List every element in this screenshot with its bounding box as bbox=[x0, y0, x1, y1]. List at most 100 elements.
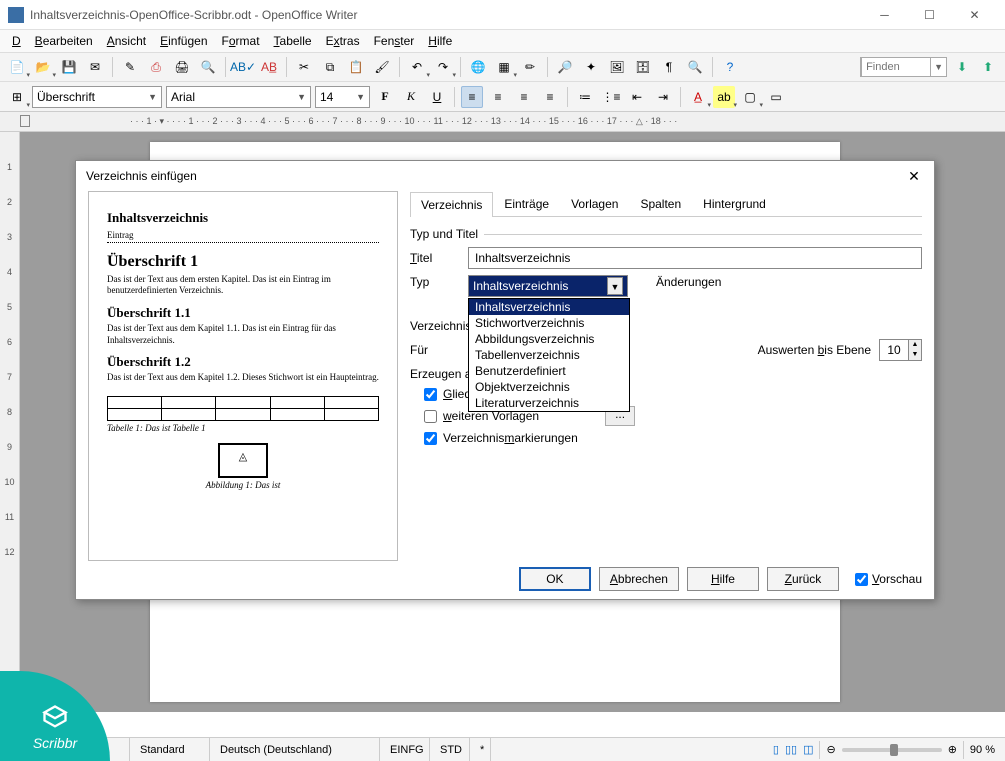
edit-icon[interactable]: ✎ bbox=[119, 56, 141, 78]
find-icon[interactable]: 🔎 bbox=[554, 56, 576, 78]
menu-fenster[interactable]: Fenster bbox=[368, 32, 421, 50]
format-paintbrush-icon[interactable]: 🖌 bbox=[371, 56, 393, 78]
preview-checkbox-wrap[interactable]: Vorschau bbox=[855, 572, 922, 586]
ok-button[interactable]: OK bbox=[519, 567, 591, 591]
font-name-combo[interactable]: Arial▼ bbox=[166, 86, 311, 108]
paste-icon[interactable]: 📋 bbox=[345, 56, 367, 78]
view-book-icon[interactable]: ◫ bbox=[803, 743, 813, 756]
spellcheck-icon[interactable]: AB✓ bbox=[232, 56, 254, 78]
spin-eval-level[interactable]: ▲▼ bbox=[879, 339, 922, 361]
find-dropdown-icon[interactable]: ▼ bbox=[931, 62, 946, 72]
navigator-icon[interactable]: ✦ bbox=[580, 56, 602, 78]
typ-option-2[interactable]: Abbildungsverzeichnis bbox=[469, 331, 629, 347]
typ-option-5[interactable]: Objektverzeichnis bbox=[469, 379, 629, 395]
styles-icon[interactable]: ⊞▾ bbox=[6, 86, 28, 108]
tab-eintraege[interactable]: Einträge bbox=[493, 191, 560, 216]
zoom-icon[interactable]: 🔍 bbox=[684, 56, 706, 78]
print-icon[interactable]: 🖨 bbox=[171, 56, 193, 78]
typ-combo[interactable]: Inhaltsverzeichnis ▼ Inhaltsverzeichnis … bbox=[468, 275, 628, 297]
nonprint-icon[interactable]: ¶ bbox=[658, 56, 680, 78]
align-right-icon[interactable]: ≡ bbox=[513, 86, 535, 108]
new-icon[interactable]: 📄▾ bbox=[6, 56, 28, 78]
zoom-in-icon[interactable]: ⊕ bbox=[948, 743, 957, 756]
tab-vorlagen[interactable]: Vorlagen bbox=[560, 191, 629, 216]
help-button[interactable]: Hilfe bbox=[687, 567, 759, 591]
indent-decrease-icon[interactable]: ⇤ bbox=[626, 86, 648, 108]
font-size-combo[interactable]: 14▼ bbox=[315, 86, 370, 108]
input-titel[interactable] bbox=[468, 247, 922, 269]
pdf-icon[interactable]: ⎙ bbox=[145, 56, 167, 78]
tab-spalten[interactable]: Spalten bbox=[629, 191, 692, 216]
typ-option-0[interactable]: Inhaltsverzeichnis bbox=[469, 299, 629, 315]
status-language[interactable]: Deutsch (Deutschland) bbox=[210, 738, 380, 761]
typ-option-4[interactable]: Benutzerdefiniert bbox=[469, 363, 629, 379]
typ-dropdown-icon[interactable]: ▼ bbox=[607, 277, 623, 295]
bullets-icon[interactable]: ⋮≡ bbox=[600, 86, 622, 108]
zoom-slider[interactable] bbox=[842, 748, 942, 752]
align-justify-icon[interactable]: ≡ bbox=[539, 86, 561, 108]
bold-icon[interactable]: F bbox=[374, 86, 396, 108]
cut-icon[interactable]: ✂ bbox=[293, 56, 315, 78]
minimize-button[interactable]: ─ bbox=[862, 0, 907, 30]
autospell-icon[interactable]: AB̲ bbox=[258, 56, 280, 78]
save-icon[interactable]: 💾 bbox=[58, 56, 80, 78]
menu-format[interactable]: Format bbox=[216, 32, 266, 50]
menu-bearbeiten[interactable]: Bearbeiten bbox=[29, 32, 99, 50]
dialog-close-icon[interactable]: ✕ bbox=[904, 166, 924, 186]
mail-icon[interactable]: ✉ bbox=[84, 56, 106, 78]
font-color-icon[interactable]: A̲▾ bbox=[687, 86, 709, 108]
zoom-out-icon[interactable]: ⊖ bbox=[826, 743, 835, 756]
paragraph-style-combo[interactable]: Überschrift▼ bbox=[32, 86, 162, 108]
menu-datei[interactable]: D bbox=[6, 32, 27, 50]
menu-einfuegen[interactable]: Einfügen bbox=[154, 32, 213, 50]
cb-templates[interactable] bbox=[424, 410, 437, 423]
numbering-icon[interactable]: ≔ bbox=[574, 86, 596, 108]
maximize-button[interactable]: ☐ bbox=[907, 0, 952, 30]
find-next-icon[interactable]: ⬇ bbox=[951, 56, 973, 78]
spin-down-icon[interactable]: ▼ bbox=[909, 350, 921, 360]
view-single-icon[interactable]: ▯ bbox=[773, 743, 779, 756]
cancel-button[interactable]: Abbrechen bbox=[599, 567, 679, 591]
bgcolor-icon[interactable]: ▢▾ bbox=[739, 86, 761, 108]
zoom-value[interactable]: 90 % bbox=[970, 744, 995, 756]
typ-option-6[interactable]: Literaturverzeichnis bbox=[469, 395, 629, 411]
gallery-icon[interactable]: 🖼 bbox=[606, 56, 628, 78]
datasource-icon[interactable]: 🗄 bbox=[632, 56, 654, 78]
find-prev-icon[interactable]: ⬆ bbox=[977, 56, 999, 78]
back-button[interactable]: Zurück bbox=[767, 567, 839, 591]
highlight-icon[interactable]: ab▾ bbox=[713, 86, 735, 108]
italic-icon[interactable]: K bbox=[400, 86, 422, 108]
typ-option-3[interactable]: Tabellenverzeichnis bbox=[469, 347, 629, 363]
tab-hintergrund[interactable]: Hintergrund bbox=[692, 191, 777, 216]
cb-outline[interactable] bbox=[424, 388, 437, 401]
typ-option-1[interactable]: Stichwortverzeichnis bbox=[469, 315, 629, 331]
help-icon[interactable]: ? bbox=[719, 56, 741, 78]
view-multi-icon[interactable]: ▯▯ bbox=[785, 743, 797, 756]
undo-icon[interactable]: ↶▾ bbox=[406, 56, 428, 78]
cb-marks[interactable] bbox=[424, 432, 437, 445]
menu-ansicht[interactable]: Ansicht bbox=[101, 32, 152, 50]
hyperlink-icon[interactable]: 🌐 bbox=[467, 56, 489, 78]
menu-hilfe[interactable]: Hilfe bbox=[422, 32, 458, 50]
close-button[interactable]: ✕ bbox=[952, 0, 997, 30]
redo-icon[interactable]: ↷▾ bbox=[432, 56, 454, 78]
menu-tabelle[interactable]: Tabelle bbox=[268, 32, 318, 50]
eval-level-value[interactable] bbox=[880, 343, 908, 357]
underline-icon[interactable]: U bbox=[426, 86, 448, 108]
drawing-icon[interactable]: ✏ bbox=[519, 56, 541, 78]
status-selection[interactable]: STD bbox=[430, 738, 470, 761]
status-insert[interactable]: EINFG bbox=[380, 738, 430, 761]
tab-marker-icon[interactable] bbox=[20, 115, 30, 127]
menu-extras[interactable]: Extras bbox=[320, 32, 366, 50]
extra-icon[interactable]: ▭ bbox=[765, 86, 787, 108]
copy-icon[interactable]: ⧉ bbox=[319, 56, 341, 78]
open-icon[interactable]: 📂▾ bbox=[32, 56, 54, 78]
align-left-icon[interactable]: ≡ bbox=[461, 86, 483, 108]
align-center-icon[interactable]: ≡ bbox=[487, 86, 509, 108]
preview-icon[interactable]: 🔍 bbox=[197, 56, 219, 78]
find-input[interactable] bbox=[861, 57, 931, 77]
tab-verzeichnis[interactable]: Verzeichnis bbox=[410, 192, 493, 217]
preview-checkbox[interactable] bbox=[855, 573, 868, 586]
table-icon[interactable]: ▦▾ bbox=[493, 56, 515, 78]
indent-increase-icon[interactable]: ⇥ bbox=[652, 86, 674, 108]
